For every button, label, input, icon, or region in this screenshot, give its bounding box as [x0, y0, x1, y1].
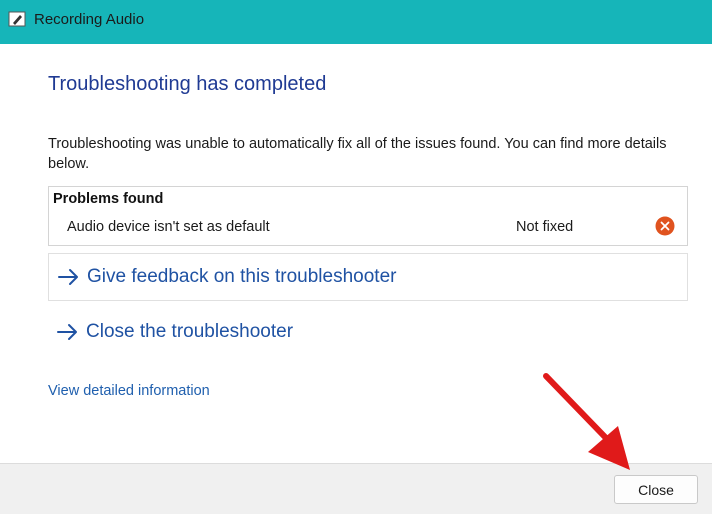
problems-found-header: Problems found: [53, 191, 164, 207]
close-troubleshooter-label: Close the troubleshooter: [86, 321, 294, 342]
troubleshooter-app-icon: [8, 11, 26, 27]
main-content: Troubleshooting has completed Troublesho…: [0, 44, 712, 463]
arrow-right-icon: [57, 324, 77, 340]
problem-status: Not fixed: [516, 219, 574, 235]
give-feedback-label: Give feedback on this troubleshooter: [87, 266, 397, 287]
give-feedback-link[interactable]: Give feedback on this troubleshooter: [48, 253, 688, 301]
footer-bar: Close: [0, 463, 712, 514]
close-button[interactable]: Close: [614, 475, 698, 504]
page-title: Troubleshooting has completed: [48, 73, 327, 95]
result-description: Troubleshooting was unable to automatica…: [48, 136, 667, 172]
title-bar: Recording Audio: [0, 0, 712, 44]
problems-found-table: Problems found Audio device isn't set as…: [48, 186, 688, 246]
view-detailed-information-link[interactable]: View detailed information: [48, 383, 210, 399]
window-title: Recording Audio: [34, 11, 145, 28]
close-troubleshooter-link[interactable]: Close the troubleshooter: [48, 308, 688, 356]
arrow-right-icon: [58, 269, 78, 285]
problem-name: Audio device isn't set as default: [67, 219, 270, 235]
error-x-icon: [655, 216, 675, 236]
